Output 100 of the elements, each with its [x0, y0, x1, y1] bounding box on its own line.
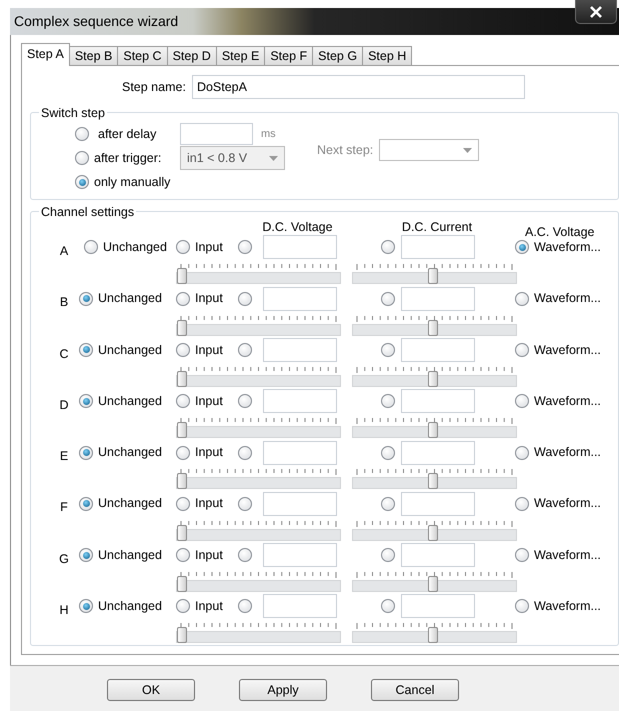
radio-button[interactable]	[515, 548, 529, 562]
radio-button[interactable]	[381, 292, 395, 306]
tab[interactable]: Step F	[264, 46, 314, 65]
option-label[interactable]: Waveform...	[534, 392, 601, 411]
tab[interactable]: Step B	[68, 46, 118, 65]
slider-thumb[interactable]	[428, 473, 438, 490]
option-label[interactable]: Waveform...	[534, 443, 601, 462]
current-field[interactable]	[401, 286, 475, 311]
current-field[interactable]	[401, 338, 475, 362]
tab[interactable]: Step H	[362, 46, 412, 65]
radio-button[interactable]	[79, 599, 93, 614]
radio-button[interactable]	[515, 342, 529, 357]
radio-button[interactable]	[238, 394, 252, 408]
radio-button[interactable]	[381, 496, 395, 511]
option-label[interactable]: Waveform...	[534, 238, 601, 257]
current-field[interactable]	[401, 235, 475, 260]
dialog-button[interactable]: Apply	[239, 679, 327, 701]
voltage-field[interactable]	[263, 543, 337, 568]
radio-button[interactable]	[79, 496, 93, 511]
option-label[interactable]: Unchanged	[98, 392, 162, 411]
voltage-field[interactable]	[263, 235, 337, 260]
radio-button[interactable]	[79, 292, 93, 306]
current-field[interactable]	[401, 594, 475, 618]
radio-button[interactable]	[515, 446, 529, 460]
option-label[interactable]: Unchanged	[98, 597, 162, 616]
slider-thumb[interactable]	[177, 320, 187, 336]
radio-button[interactable]	[238, 496, 252, 511]
radio-button[interactable]	[238, 240, 252, 254]
option-label[interactable]: Waveform...	[534, 597, 601, 616]
radio-button[interactable]	[176, 446, 190, 460]
step-name-field[interactable]: DoStepA	[192, 75, 525, 99]
option-label[interactable]: only manually	[94, 172, 170, 192]
voltage-field[interactable]	[263, 492, 337, 516]
slider-thumb[interactable]	[177, 627, 187, 644]
current-field[interactable]	[401, 492, 475, 516]
radio-button[interactable]	[381, 342, 395, 357]
radio-button[interactable]	[381, 240, 395, 254]
radio-button[interactable]	[381, 599, 395, 614]
radio-button[interactable]	[84, 240, 98, 254]
slider-thumb[interactable]	[428, 524, 438, 541]
radio-button[interactable]	[238, 292, 252, 306]
option-label[interactable]: Unchanged	[98, 443, 162, 462]
radio-button[interactable]	[79, 342, 93, 357]
radio-button[interactable]	[176, 240, 190, 254]
option-label[interactable]: Unchanged	[98, 494, 162, 514]
current-field[interactable]	[401, 389, 475, 414]
radio-button[interactable]	[75, 151, 89, 165]
tab[interactable]: Step C	[117, 46, 168, 65]
radio-button[interactable]	[515, 599, 529, 614]
dialog-button[interactable]: OK	[107, 679, 195, 701]
tab[interactable]: Step E	[216, 46, 266, 65]
radio-button[interactable]	[238, 342, 252, 357]
radio-button[interactable]	[176, 548, 190, 562]
option-label[interactable]: Input	[195, 238, 223, 257]
radio-button[interactable]	[79, 548, 93, 562]
radio-button[interactable]	[79, 394, 93, 408]
slider-thumb[interactable]	[428, 320, 438, 336]
option-label[interactable]: Waveform...	[534, 494, 601, 514]
slider-thumb[interactable]	[428, 576, 438, 592]
option-label[interactable]: Input	[195, 494, 223, 514]
slider-thumb[interactable]	[428, 268, 438, 284]
option-label[interactable]: Input	[195, 392, 223, 411]
option-label[interactable]: Waveform...	[534, 289, 601, 308]
current-field[interactable]	[401, 543, 475, 568]
option-label[interactable]: Unchanged	[98, 289, 162, 308]
slider-thumb[interactable]	[177, 422, 187, 438]
option-label[interactable]: Input	[195, 340, 223, 360]
current-field[interactable]	[401, 440, 475, 465]
option-label[interactable]: Waveform...	[534, 340, 601, 360]
slider-thumb[interactable]	[428, 422, 438, 438]
option-label[interactable]: Input	[195, 546, 223, 565]
radio-button[interactable]	[515, 496, 529, 511]
radio-button[interactable]	[176, 292, 190, 306]
radio-button[interactable]	[75, 175, 89, 189]
tab[interactable]: Step G	[312, 46, 364, 65]
voltage-field[interactable]	[263, 286, 337, 311]
radio-button[interactable]	[238, 446, 252, 460]
slider-thumb[interactable]	[177, 473, 187, 490]
radio-button[interactable]	[238, 548, 252, 562]
option-label[interactable]: after trigger:	[94, 148, 162, 168]
option-label[interactable]: Waveform...	[534, 546, 601, 565]
option-label[interactable]: Unchanged	[98, 340, 162, 360]
radio-button[interactable]	[176, 496, 190, 511]
radio-button[interactable]	[381, 548, 395, 562]
radio-button[interactable]	[79, 446, 93, 460]
radio-button[interactable]	[176, 599, 190, 614]
slider-thumb[interactable]	[428, 627, 438, 644]
radio-button[interactable]	[381, 446, 395, 460]
slider-thumb[interactable]	[177, 576, 187, 592]
slider-thumb[interactable]	[177, 268, 187, 284]
tab[interactable]: Step A	[21, 43, 70, 66]
voltage-field[interactable]	[263, 389, 337, 414]
slider-thumb[interactable]	[177, 370, 187, 387]
close-button[interactable]	[575, 0, 617, 24]
delay-field[interactable]	[180, 123, 253, 145]
voltage-field[interactable]	[263, 594, 337, 618]
slider-thumb[interactable]	[428, 370, 438, 387]
option-label[interactable]: Input	[195, 443, 223, 462]
option-label[interactable]: Input	[195, 289, 223, 308]
dialog-button[interactable]: Cancel	[371, 679, 459, 701]
